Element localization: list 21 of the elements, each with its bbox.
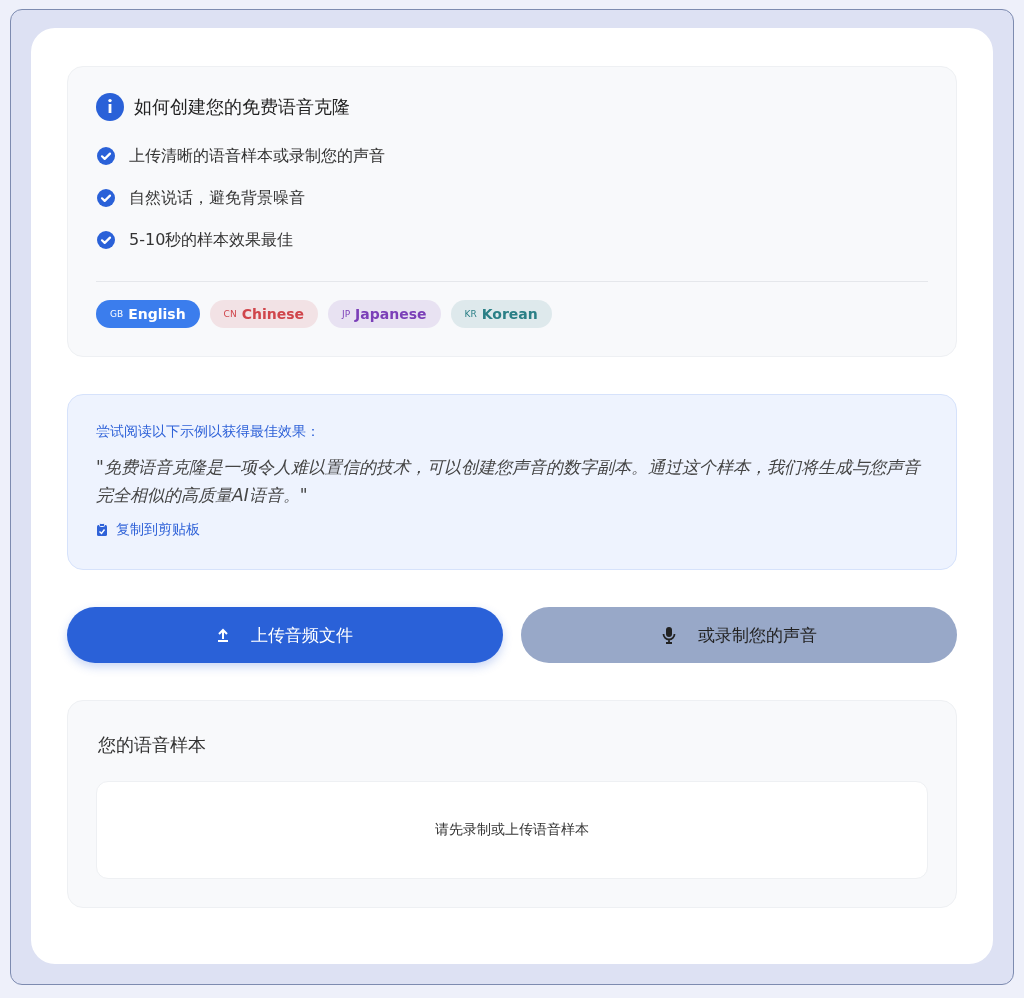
example-heading: 尝试阅读以下示例以获得最佳效果： [96, 423, 321, 441]
sample-title: 您的语音样本 [98, 733, 207, 757]
tip-text: 5-10秒的样本效果最佳 [129, 229, 294, 251]
check-icon [96, 230, 116, 250]
upload-button[interactable]: 上传音频文件 [67, 607, 503, 663]
info-icon [96, 93, 124, 121]
tip-text: 自然说话，避免背景噪音 [129, 187, 305, 209]
language-tag[interactable]: KR Korean [450, 300, 552, 328]
language-tag[interactable]: CN Chinese [209, 300, 318, 328]
upload-icon [217, 628, 229, 642]
example-quote: "免费语音克隆是一项令人难以置信的技术，可以创建您声音的数字副本。通过这个样本，我们将生成与您声音完全相似的高质量AI语音。" [96, 456, 922, 507]
check-icon [96, 188, 116, 208]
language-tag[interactable]: JP Japanese [328, 300, 441, 328]
empty-message: 请先录制或上传语音样本 [435, 821, 589, 839]
guide-title: 如何创建您的免费语音克隆 [134, 95, 350, 119]
clipboard-icon [96, 523, 108, 537]
check-icon [96, 146, 116, 166]
language-tag[interactable]: GB English [96, 300, 200, 328]
microphone-icon [661, 626, 676, 644]
tip-text: 上传清晰的语音样本或录制您的声音 [129, 145, 385, 167]
copy-link[interactable]: 复制到剪贴板 [96, 521, 200, 539]
